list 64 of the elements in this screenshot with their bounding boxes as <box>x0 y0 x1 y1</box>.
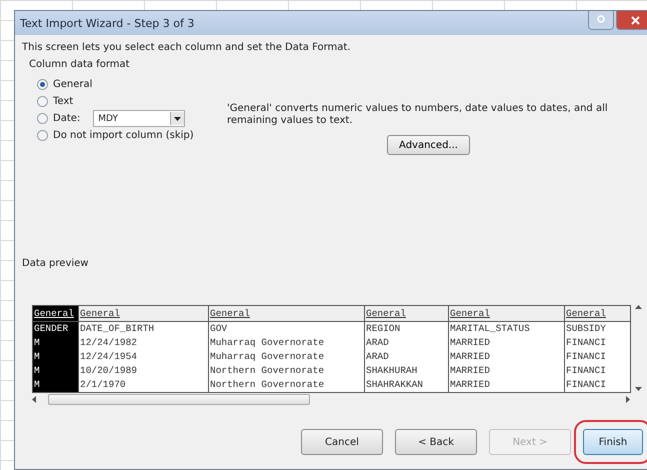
date-format-dropdown[interactable]: MDY <box>93 110 186 127</box>
horizontal-scrollbar[interactable] <box>32 393 630 405</box>
radio-label[interactable]: General <box>53 79 92 90</box>
help-button[interactable] <box>588 11 614 30</box>
window-title: Text Import Wizard - Step 3 of 3 <box>20 16 194 30</box>
radio-button[interactable] <box>37 130 48 141</box>
table-cell: FINANCI <box>564 350 630 364</box>
table-cell: 12/24/1954 <box>78 350 208 364</box>
table-cell: Northern Governorate <box>208 378 364 392</box>
wizard-button[interactable]: < Back <box>395 429 477 455</box>
radio-button[interactable] <box>37 79 48 90</box>
wizard-button[interactable]: Cancel <box>301 429 383 455</box>
scroll-down-arrow-icon[interactable] <box>634 387 642 391</box>
table-cell: FINANCI <box>564 378 630 392</box>
radio-label[interactable]: Text <box>53 96 74 107</box>
scroll-right-arrow-icon[interactable] <box>626 396 630 402</box>
table-cell: Muharraq Governorate <box>208 336 364 350</box>
table-cell: 2/1/1970 <box>78 378 208 392</box>
table-cell: M <box>32 350 78 364</box>
table-cell: M <box>32 378 78 392</box>
advanced-button[interactable]: Advanced... <box>387 135 470 155</box>
column-header[interactable]: General <box>564 306 630 322</box>
table-cell: SHAHRAKKAN <box>364 378 448 392</box>
table-cell: M <box>32 336 78 350</box>
table-cell: 10/20/1989 <box>78 364 208 378</box>
scroll-left-arrow-icon[interactable] <box>32 396 36 402</box>
instruction-text: This screen lets you select each column and set the Data Format. <box>22 42 352 53</box>
table-cell: MARRIED <box>448 364 564 378</box>
column-header[interactable]: General <box>208 306 364 322</box>
column-header[interactable]: General <box>78 306 208 322</box>
table-cell: REGION <box>364 322 448 336</box>
close-icon <box>630 16 640 24</box>
table-cell: ARAD <box>364 350 448 364</box>
table-cell: MARRIED <box>448 378 564 392</box>
table-cell: FINANCI <box>564 336 630 350</box>
table-cell: MARITAL_STATUS <box>448 322 564 336</box>
radio-button[interactable] <box>37 113 48 124</box>
table-cell: GOV <box>208 322 364 336</box>
table-cell: FINANCI <box>564 364 630 378</box>
radio-label[interactable]: Do not import column (skip) <box>53 130 194 141</box>
table-cell: SHAKHURAH <box>364 364 448 378</box>
table-cell: 12/24/1982 <box>78 336 208 350</box>
table-cell: Northern Governorate <box>208 364 364 378</box>
help-icon <box>597 15 605 25</box>
radio-label[interactable]: Date: <box>53 113 80 124</box>
column-header[interactable]: General <box>32 306 78 322</box>
vertical-scrollbar[interactable] <box>633 305 643 391</box>
format-description: 'General' converts numeric values to numbers, date values to dates, and all remaining values to text. <box>227 103 609 127</box>
scroll-up-arrow-icon[interactable] <box>634 305 642 309</box>
table-cell: DATE_OF_BIRTH <box>78 322 208 336</box>
dropdown-arrow-icon <box>174 116 182 120</box>
table-cell: MARRIED <box>448 350 564 364</box>
column-header[interactable]: General <box>364 306 448 322</box>
table-cell: SUBSIDY <box>564 322 630 336</box>
column-header[interactable]: General <box>448 306 564 322</box>
close-button[interactable] <box>616 11 647 30</box>
table-cell: M <box>32 364 78 378</box>
preview-label: Data preview <box>22 258 90 269</box>
table-cell: MARRIED <box>448 336 564 350</box>
table-cell: Muharraq Governorate <box>208 350 364 364</box>
radio-button[interactable] <box>37 96 48 107</box>
group-label: Column data format <box>29 59 131 70</box>
table-cell: GENDER <box>32 322 78 336</box>
table-cell: ARAD <box>364 336 448 350</box>
